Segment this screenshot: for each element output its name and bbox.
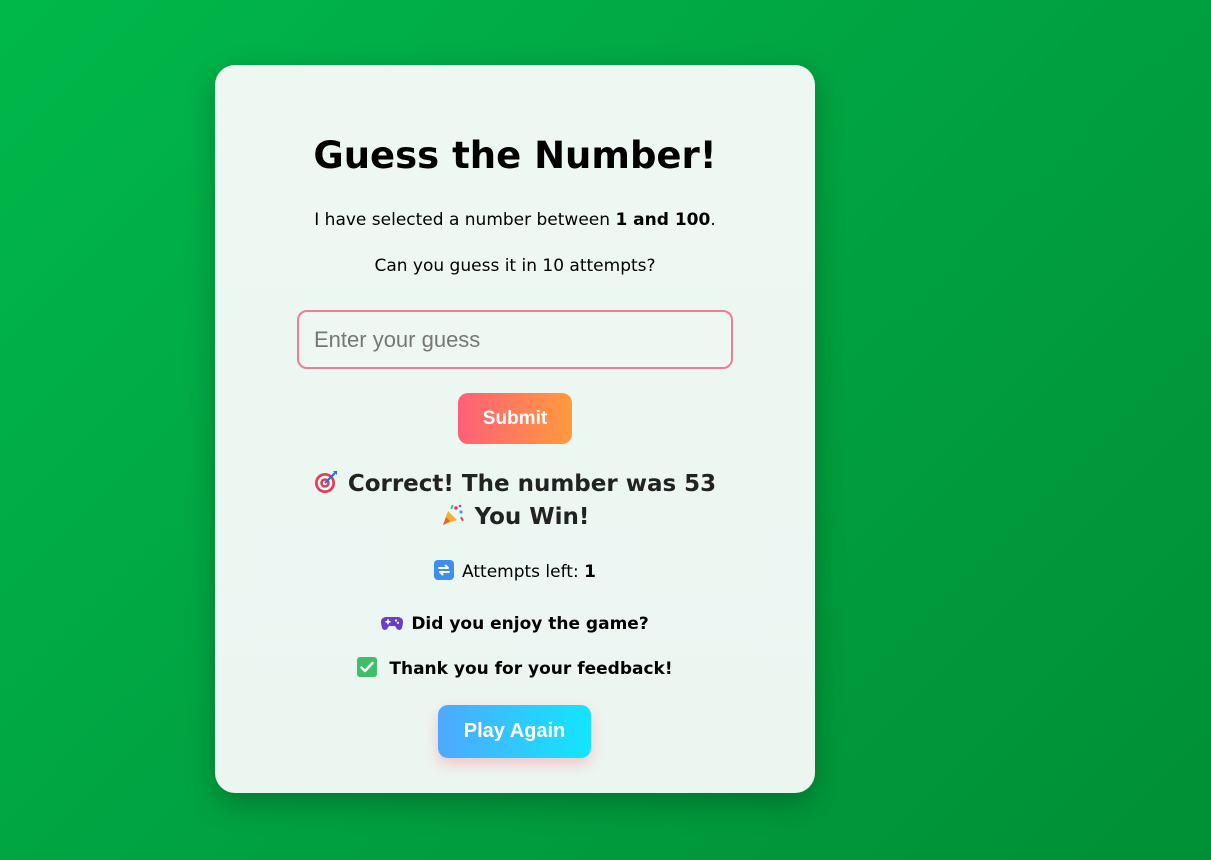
feedback-question: Did you enjoy the game? [215,612,815,636]
gamepad-icon [381,614,404,632]
submit-button[interactable]: Submit [458,393,572,444]
game-card: Guess the Number! I have selected a numb… [215,65,815,793]
intro-text: I have selected a number between 1 and 1… [215,208,815,232]
feedback-thanks-text: Thank you for your feedback! [389,659,673,679]
feedback-question-text: Did you enjoy the game? [411,614,649,634]
page-title: Guess the Number! [313,134,717,177]
target-icon [314,470,338,494]
attempts-left-value: 1 [584,562,596,582]
guess-input[interactable] [297,310,733,369]
repeat-icon [434,560,455,580]
result-line-1: Correct! The number was 53 [215,468,815,501]
intro-suffix: . [710,210,716,230]
check-mark-icon [357,657,378,677]
result-text-1: Correct! The number was 53 [347,471,717,497]
result-text-2: You Win! [474,504,590,530]
play-again-button[interactable]: Play Again [438,705,591,758]
attempts-left-status: Attempts left: 1 [215,560,815,584]
attempts-question: Can you guess it in 10 attempts? [374,256,656,276]
intro-prefix: I have selected a number between [314,210,616,230]
feedback-thanks: Thank you for your feedback! [215,657,815,681]
attempts-left-label: Attempts left: [462,562,585,582]
intro-range: 1 and 100 [615,210,711,230]
result-line-2: You Win! [215,501,815,534]
party-popper-icon [441,503,465,527]
result-message: Correct! The number was 53 You Win! [215,468,815,534]
